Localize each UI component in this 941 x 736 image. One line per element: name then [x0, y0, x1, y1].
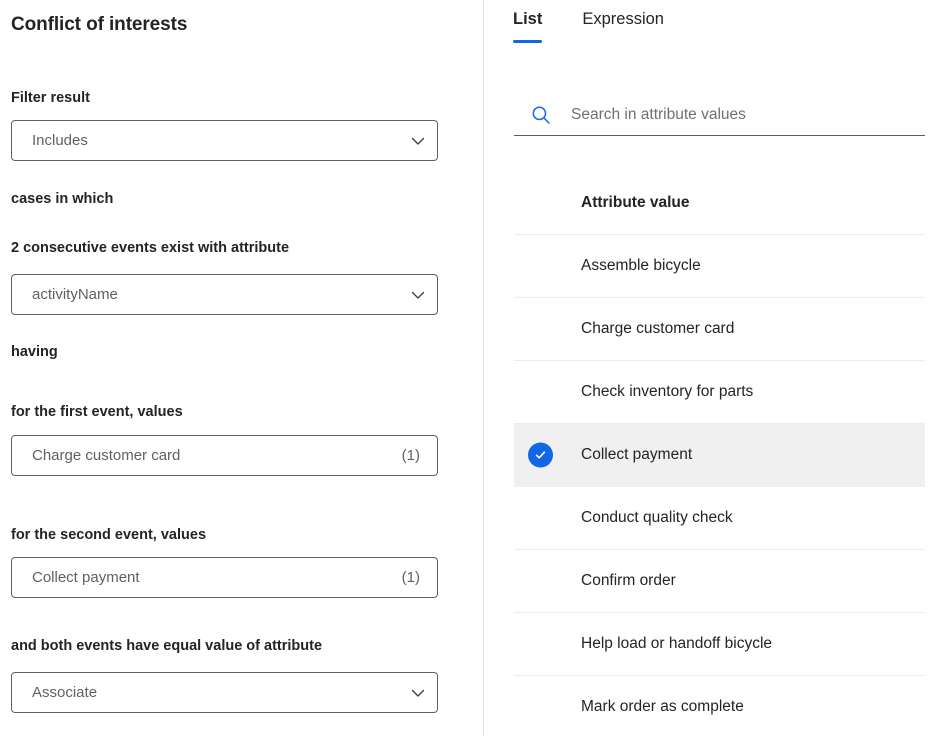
list-item-label: Charge customer card: [581, 320, 734, 338]
filter-result-value: Includes: [32, 132, 410, 149]
list-item-label: Check inventory for parts: [581, 383, 753, 401]
list-item-label: Mark order as complete: [581, 698, 744, 716]
chevron-down-icon: [410, 287, 426, 303]
second-event-values-field[interactable]: Collect payment (1): [11, 557, 438, 598]
list-item[interactable]: Confirm order: [514, 550, 925, 613]
second-event-values-label: for the second event, values: [11, 527, 206, 543]
list-item-label: Collect payment: [581, 446, 692, 464]
tab-expression[interactable]: Expression: [561, 10, 664, 43]
list-item[interactable]: Check inventory for parts: [514, 361, 925, 424]
first-event-values-label: for the first event, values: [11, 404, 183, 420]
equal-value-attribute-label: and both events have equal value of attr…: [11, 638, 322, 654]
filter-definition-panel: Conflict of interests Filter result Incl…: [0, 0, 484, 736]
tab-bar: List Expression: [513, 10, 664, 43]
column-header-attribute-value: Attribute value: [514, 172, 925, 235]
list-item-selected[interactable]: Collect payment: [514, 424, 925, 487]
chevron-down-icon: [410, 133, 426, 149]
attribute-value: activityName: [32, 286, 410, 303]
filter-editor-screen: Conflict of interests Filter result Incl…: [0, 0, 941, 736]
checkmark-icon: [528, 443, 553, 468]
first-event-value: Charge customer card: [32, 447, 402, 464]
tab-list[interactable]: List: [513, 10, 561, 43]
equal-value-attribute-dropdown[interactable]: Associate: [11, 672, 438, 713]
attribute-values-panel: List Expression Attribute value Asse: [484, 0, 941, 736]
list-item-label: Help load or handoff bicycle: [581, 635, 772, 653]
first-event-values-field[interactable]: Charge customer card (1): [11, 435, 438, 476]
list-item-label: Conduct quality check: [581, 509, 733, 527]
having-label: having: [11, 344, 58, 360]
second-event-value: Collect payment: [32, 569, 402, 586]
page-title: Conflict of interests: [11, 14, 187, 36]
search-field[interactable]: [514, 94, 925, 136]
consecutive-events-attribute-label: 2 consecutive events exist with attribut…: [11, 240, 289, 256]
second-event-value-count: (1): [402, 569, 426, 586]
chevron-down-icon: [410, 685, 426, 701]
list-item[interactable]: Charge customer card: [514, 298, 925, 361]
cases-in-which-label: cases in which: [11, 191, 113, 207]
first-event-value-count: (1): [402, 447, 426, 464]
attribute-values-list: Attribute value Assemble bicycle Charge …: [514, 172, 925, 736]
list-item[interactable]: Mark order as complete: [514, 676, 925, 736]
filter-result-label: Filter result: [11, 90, 90, 106]
attribute-dropdown[interactable]: activityName: [11, 274, 438, 315]
list-item-label: Assemble bicycle: [581, 257, 701, 275]
search-input[interactable]: [571, 94, 925, 135]
filter-result-dropdown[interactable]: Includes: [11, 120, 438, 161]
list-item[interactable]: Assemble bicycle: [514, 235, 925, 298]
equal-value-attribute-value: Associate: [32, 684, 410, 701]
list-item-label: Confirm order: [581, 572, 676, 590]
list-item[interactable]: Help load or handoff bicycle: [514, 613, 925, 676]
list-item[interactable]: Conduct quality check: [514, 487, 925, 550]
search-icon: [530, 104, 552, 126]
